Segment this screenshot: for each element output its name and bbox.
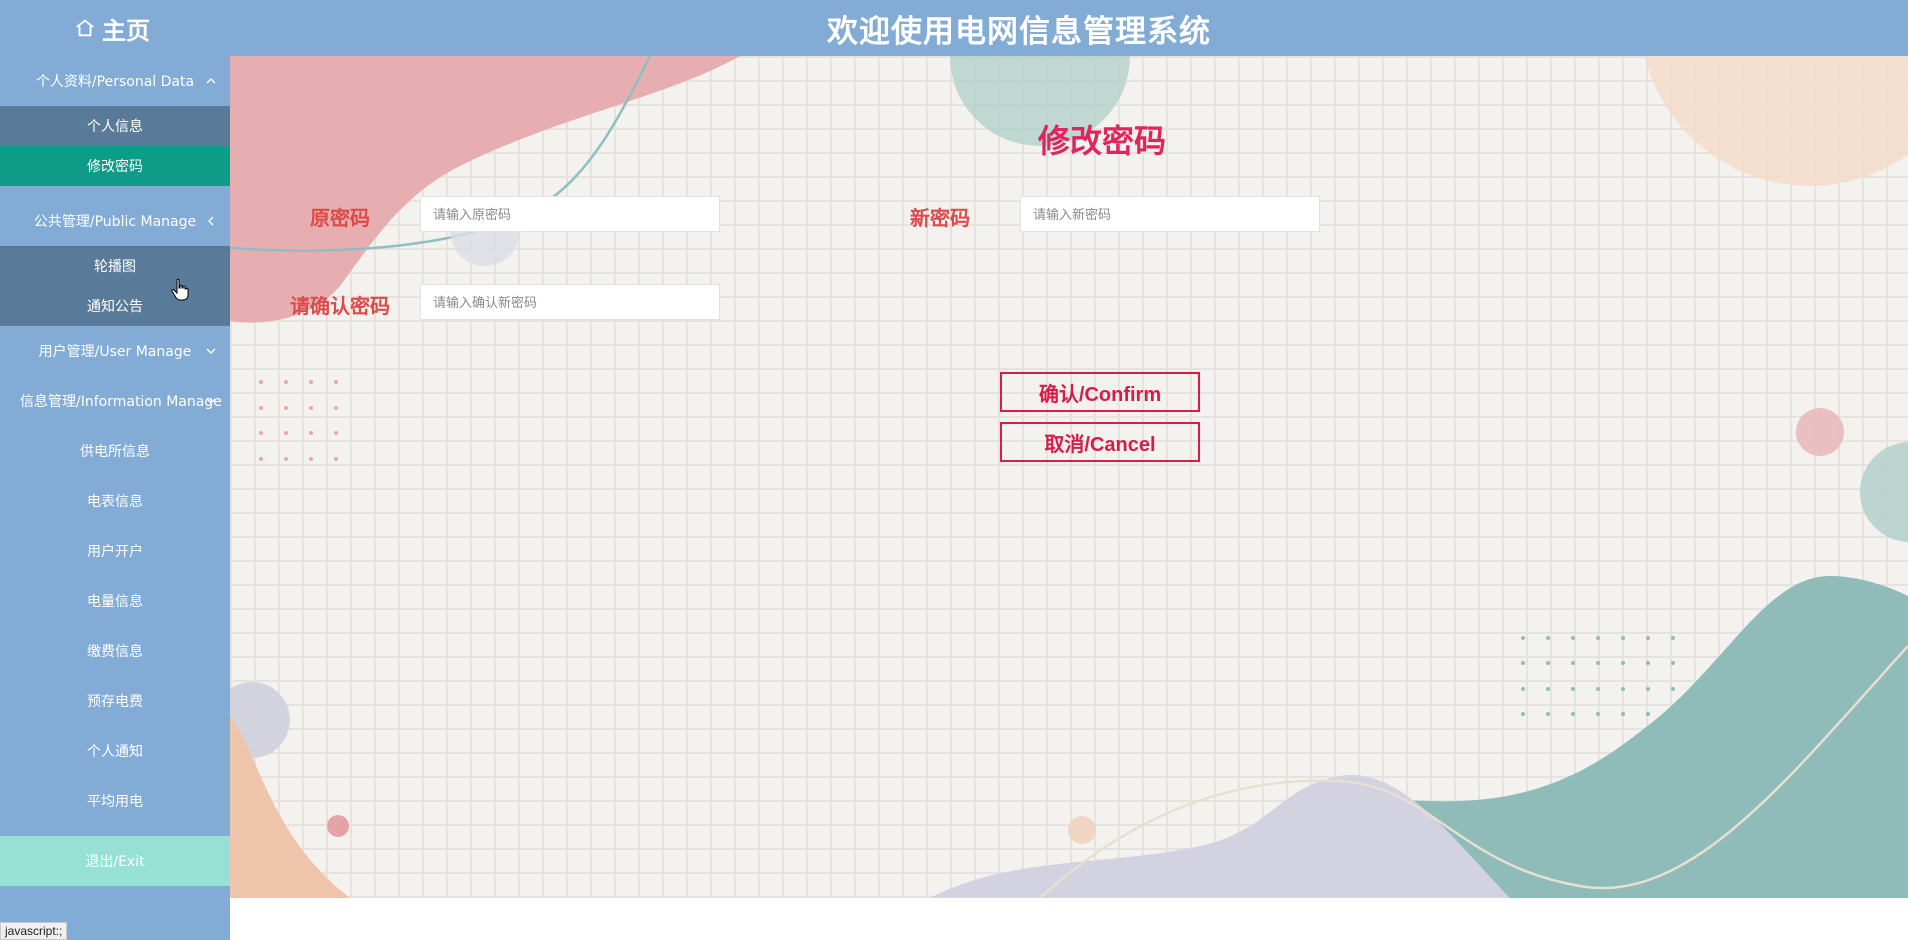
cancel-button[interactable]: 取消/Cancel [1000,422,1200,462]
home-label: 主页 [102,16,150,45]
sidebar-group-personal-data[interactable]: 个人资料/Personal Data [0,56,230,106]
sidebar-item-label: 通知公告 [87,299,143,315]
sidebar-item-power-station[interactable]: 供电所信息 [0,426,230,476]
sidebar-item-change-password[interactable]: 修改密码 [0,146,230,186]
sidebar-group-user-manage[interactable]: 用户管理/User Manage [0,326,230,376]
sidebar-group-information-manage[interactable]: 信息管理/Information Manage [0,376,230,426]
exit-label: 退出/Exit [85,854,145,870]
confirm-password-input[interactable] [420,284,720,320]
hand-pointer-icon [171,278,189,301]
sidebar-group-label: 信息管理/Information Manage [20,394,222,410]
new-password-label: 新密码 [910,206,970,230]
exit-button[interactable]: 退出/Exit [0,836,230,886]
sidebar-item-notice[interactable]: 通知公告 [0,286,230,326]
sidebar-item-personal-info[interactable]: 个人信息 [0,106,230,146]
sidebar-item-carousel[interactable]: 轮播图 [0,246,230,286]
page-header-title: 欢迎使用电网信息管理系统 [827,14,1211,50]
main-content: 修改密码 原密码 新密码 请确认密码 确认/Confirm 取消/Cancel [230,56,1908,898]
sidebar-item-prepaid[interactable]: 预存电费 [0,676,230,726]
sidebar-item-label: 电量信息 [87,594,143,610]
decorative-background [230,56,1908,898]
sidebar-group-public-manage[interactable]: 公共管理/Public Manage [0,196,230,246]
chevron-down-icon [206,398,216,404]
home-icon [76,19,94,37]
sidebar: 个人资料/Personal Data 个人信息 修改密码 公共管理/Public… [0,56,230,940]
sidebar-item-personal-notice[interactable]: 个人通知 [0,726,230,776]
status-bar-tooltip: javascript:; [0,922,68,940]
sidebar-item-average-usage[interactable]: 平均用电 [0,776,230,826]
sidebar-item-label: 供电所信息 [80,444,150,460]
old-password-label: 原密码 [310,206,370,230]
home-link[interactable]: 主页 [74,10,150,46]
chevron-left-icon [208,216,214,226]
top-header: 主页 欢迎使用电网信息管理系统 [0,0,1908,56]
sidebar-item-label: 个人通知 [87,744,143,760]
form-title: 修改密码 [1037,122,1166,160]
new-password-input[interactable] [1020,196,1320,232]
sidebar-item-label: 个人信息 [87,119,143,135]
sidebar-item-label: 缴费信息 [87,644,143,660]
chevron-up-icon [206,78,216,84]
sidebar-group-label: 个人资料/Personal Data [35,74,195,90]
sidebar-item-label: 平均用电 [87,794,143,810]
sidebar-item-payment[interactable]: 缴费信息 [0,626,230,676]
confirm-button[interactable]: 确认/Confirm [1000,372,1200,412]
sidebar-item-electricity[interactable]: 电量信息 [0,576,230,626]
sidebar-group-label: 用户管理/User Manage [38,344,192,360]
chevron-down-icon [206,348,216,354]
sidebar-item-label: 用户开户 [87,544,143,560]
sidebar-item-label: 轮播图 [94,259,136,275]
confirm-password-label: 请确认密码 [290,294,390,318]
sidebar-item-meter[interactable]: 电表信息 [0,476,230,526]
page-footer-area [230,898,1908,940]
old-password-input[interactable] [420,196,720,232]
sidebar-group-label: 公共管理/Public Manage [33,214,197,230]
sidebar-item-label: 修改密码 [87,159,143,175]
sidebar-item-label: 预存电费 [87,694,143,710]
sidebar-item-account-open[interactable]: 用户开户 [0,526,230,576]
sidebar-item-label: 电表信息 [87,494,143,510]
